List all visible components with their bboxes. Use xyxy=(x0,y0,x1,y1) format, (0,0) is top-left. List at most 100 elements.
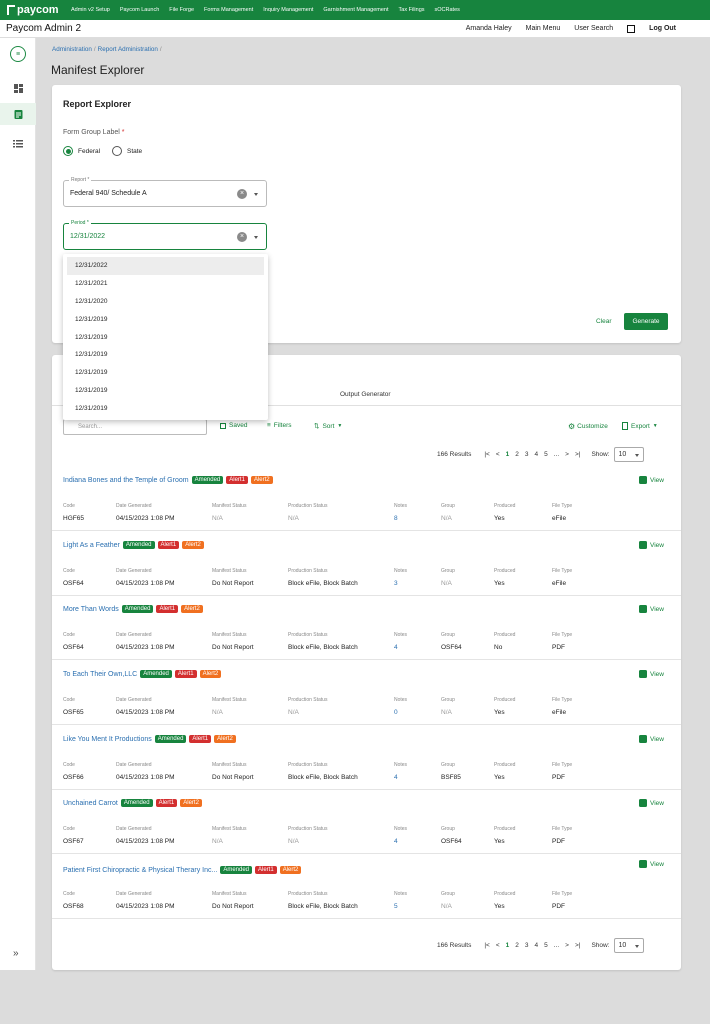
cell-notes[interactable]: 4 xyxy=(394,838,398,845)
column-header: Code xyxy=(63,697,75,703)
result-title-link[interactable]: Patient First Chiropractic & Physical Th… xyxy=(63,867,217,874)
last-page-icon[interactable]: >| xyxy=(575,451,580,458)
cell-notes[interactable]: 4 xyxy=(394,644,398,651)
view-button[interactable]: View xyxy=(639,541,664,549)
alert1-badge: Alert1 xyxy=(226,476,248,484)
filters-button[interactable]: ≡ Filters xyxy=(267,422,292,429)
prev-page-icon[interactable]: < xyxy=(496,451,500,458)
sort-button[interactable]: ⇅ Sort ▼ xyxy=(314,422,342,431)
next-page-icon[interactable]: > xyxy=(565,942,569,949)
nav-item[interactable]: Inquiry Management xyxy=(258,7,318,13)
page-4[interactable]: 4 xyxy=(534,942,538,949)
radio-state[interactable]: State xyxy=(112,146,142,156)
first-page-icon[interactable]: |< xyxy=(484,451,489,458)
view-button[interactable]: View xyxy=(639,860,664,868)
sidebar-item-dashboard[interactable] xyxy=(0,77,36,99)
sidebar-app-icon[interactable]: ≡ xyxy=(0,43,36,65)
customize-button[interactable]: ⚙ Customize xyxy=(568,422,608,431)
result-title-link[interactable]: Indiana Bones and the Temple of Groom xyxy=(63,477,189,484)
page-1[interactable]: 1 xyxy=(506,942,510,949)
cell-notes[interactable]: 8 xyxy=(394,515,398,522)
page-3[interactable]: 3 xyxy=(525,942,529,949)
nav-item[interactable]: Tax Filings xyxy=(394,7,430,13)
cell-notes[interactable]: 3 xyxy=(394,580,398,587)
breadcrumb-administration[interactable]: Administration xyxy=(52,46,92,53)
result-title-link[interactable]: Light As a Feather xyxy=(63,542,120,549)
view-button[interactable]: View xyxy=(639,670,664,678)
alert2-badge: Alert2 xyxy=(182,541,204,549)
view-button[interactable]: View xyxy=(639,799,664,807)
view-button[interactable]: View xyxy=(639,735,664,743)
list-icon xyxy=(13,140,23,148)
expand-sidebar-icon[interactable]: » xyxy=(13,948,19,959)
prev-page-icon[interactable]: < xyxy=(496,942,500,949)
period-option[interactable]: 12/31/2019 xyxy=(67,329,264,347)
page-2[interactable]: 2 xyxy=(515,942,519,949)
period-select[interactable]: Period * 12/31/2022 × xyxy=(63,220,267,250)
export-button[interactable]: Export ▼ xyxy=(622,422,658,430)
cell-notes[interactable]: 0 xyxy=(394,709,398,716)
page-3[interactable]: 3 xyxy=(525,451,529,458)
main-menu-link[interactable]: Main Menu xyxy=(526,25,561,32)
saved-button[interactable]: Saved xyxy=(220,422,247,429)
nav-item[interactable]: Garnishment Management xyxy=(318,7,393,13)
nav-item[interactable]: sOCRates xyxy=(430,7,465,13)
page-5[interactable]: 5 xyxy=(544,942,548,949)
paycom-logo[interactable]: paycom xyxy=(0,4,66,16)
period-option[interactable]: 12/31/2021 xyxy=(67,275,264,293)
nav-item[interactable]: File Forge xyxy=(164,7,199,13)
nav-item[interactable]: Paycom Launch xyxy=(115,7,164,13)
sidebar-item-reports[interactable] xyxy=(0,103,36,125)
result-title-link[interactable]: To Each Their Own,LLC xyxy=(63,671,137,678)
tab-output-generator[interactable]: Output Generator xyxy=(340,391,391,398)
period-option[interactable]: 12/31/2019 xyxy=(67,311,264,329)
period-option[interactable]: 12/31/2020 xyxy=(67,293,264,311)
cell-date: 04/15/2023 1:08 PM xyxy=(116,644,175,651)
alert2-badge: Alert2 xyxy=(180,799,202,807)
sidebar-item-list[interactable] xyxy=(0,133,36,155)
search-input[interactable]: Search... xyxy=(63,419,207,435)
period-option[interactable]: 12/31/2019 xyxy=(67,382,264,400)
period-option[interactable]: 12/31/2019 xyxy=(67,364,264,382)
period-option[interactable]: 12/31/2019 xyxy=(67,400,264,418)
cell-notes[interactable]: 5 xyxy=(394,903,398,910)
result-title-link[interactable]: More Than Words xyxy=(63,606,119,613)
report-select-value: Federal 940/ Schedule A xyxy=(70,190,147,197)
cell-notes[interactable]: 4 xyxy=(394,774,398,781)
alert2-badge: Alert2 xyxy=(214,735,236,743)
page-2[interactable]: 2 xyxy=(515,451,519,458)
clear-icon[interactable]: × xyxy=(237,232,247,242)
page-size-select[interactable]: 10 xyxy=(613,938,644,953)
result-title-link[interactable]: Like You Ment It Productions xyxy=(63,736,152,743)
page-1[interactable]: 1 xyxy=(506,451,510,458)
page-5[interactable]: 5 xyxy=(544,451,548,458)
period-option[interactable]: 12/31/2019 xyxy=(67,346,264,364)
alert2-badge: Alert2 xyxy=(250,476,273,484)
user-name[interactable]: Amanda Haley xyxy=(466,25,512,32)
breadcrumb-report-administration[interactable]: Report Administration xyxy=(98,46,158,53)
report-select[interactable]: Report * Federal 940/ Schedule A × xyxy=(63,177,267,207)
page-size-select[interactable]: 10 xyxy=(613,447,644,462)
cell-manifest: N/A xyxy=(212,838,223,845)
nav-item[interactable]: Admin v2 Setup xyxy=(66,7,115,13)
clear-icon[interactable]: × xyxy=(237,189,247,199)
chevron-down-icon[interactable] xyxy=(254,193,258,196)
first-page-icon[interactable]: |< xyxy=(484,942,489,949)
logout-button[interactable]: Log Out xyxy=(627,24,690,33)
last-page-icon[interactable]: >| xyxy=(575,942,580,949)
view-button[interactable]: View xyxy=(639,476,664,484)
clear-button[interactable]: Clear xyxy=(596,318,612,325)
column-header: Date Generated xyxy=(116,697,152,703)
radio-federal[interactable]: Federal xyxy=(63,146,100,156)
column-header: Produced xyxy=(494,762,516,768)
next-page-icon[interactable]: > xyxy=(565,451,569,458)
period-option[interactable]: 12/31/2022 xyxy=(67,257,264,275)
result-title-link[interactable]: Unchained Carrot xyxy=(63,800,118,807)
chevron-down-icon[interactable] xyxy=(254,236,258,239)
nav-item[interactable]: Forms Management xyxy=(199,7,258,13)
view-button[interactable]: View xyxy=(639,605,664,613)
page-4[interactable]: 4 xyxy=(534,451,538,458)
user-search-link[interactable]: User Search xyxy=(574,25,613,32)
result-row: Unchained Carrot Amended Alert1 Alert2 View C… xyxy=(52,789,681,854)
generate-button[interactable]: Generate xyxy=(624,313,668,330)
